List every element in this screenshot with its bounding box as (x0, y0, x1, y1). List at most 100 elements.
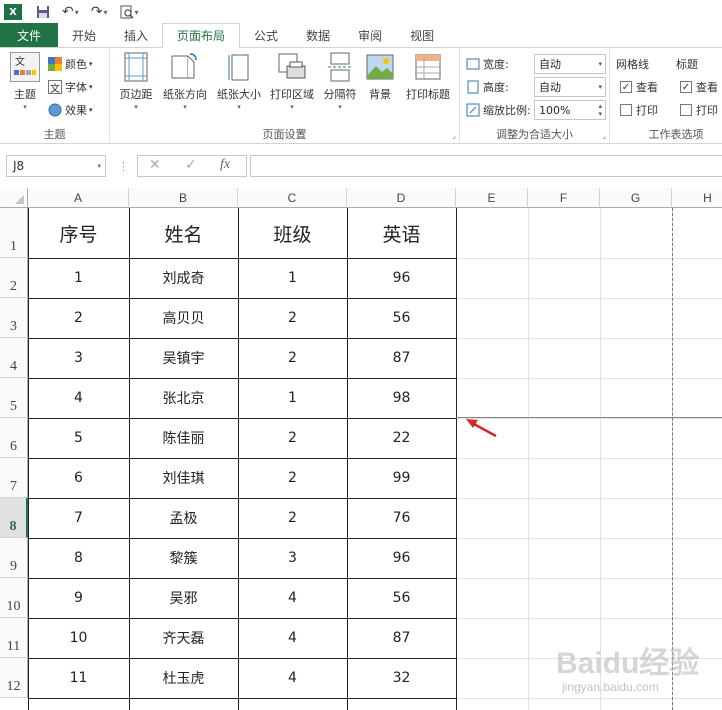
column-header-a[interactable]: A (28, 188, 129, 208)
tab-page-layout[interactable]: 页面布局 (162, 23, 241, 48)
tab-home[interactable]: 开始 (58, 23, 110, 47)
headings-print-checkbox[interactable]: 打印 (680, 100, 718, 120)
column-header-f[interactable]: F (528, 188, 600, 208)
row-header-12[interactable]: 12 (0, 658, 28, 698)
table-cell[interactable]: 98 (347, 378, 456, 418)
print-area-button[interactable]: 打印区域 ▾ (266, 52, 318, 114)
table-cell[interactable]: 3 (238, 538, 347, 578)
row-header-11[interactable]: 11 (0, 618, 28, 658)
row-header-6[interactable]: 6 (0, 418, 28, 458)
column-header-b[interactable]: B (129, 188, 238, 208)
table-cell[interactable]: 张北京 (129, 378, 238, 418)
column-header-c[interactable]: C (238, 188, 347, 208)
scale-spinner[interactable]: 100% ▴ ▾ (534, 100, 606, 120)
row-header-2[interactable]: 2 (0, 258, 28, 298)
row-header-1[interactable]: 1 (0, 208, 28, 258)
redo-button[interactable]: ↷ ▾ (91, 2, 108, 22)
table-cell[interactable]: 1 (238, 378, 347, 418)
breaks-button[interactable]: 分隔符 ▾ (320, 52, 360, 114)
table-cell[interactable]: 56 (347, 298, 456, 338)
table-cell[interactable]: 87 (347, 338, 456, 378)
tab-formulas[interactable]: 公式 (240, 23, 292, 47)
print-preview-button[interactable]: ▾ (120, 2, 139, 22)
table-header-cell[interactable]: 英语 (347, 208, 456, 258)
headings-view-checkbox[interactable]: ✓ 查看 (680, 77, 718, 97)
row-header-5[interactable]: 5 (0, 378, 28, 418)
gridlines-view-checkbox[interactable]: ✓ 查看 (620, 77, 658, 97)
column-header-g[interactable]: G (600, 188, 672, 208)
table-header-cell[interactable]: 序号 (28, 208, 129, 258)
insert-function-icon[interactable]: fx (220, 157, 230, 173)
table-cell[interactable]: 4 (238, 658, 347, 698)
formula-bar-grip-icon[interactable]: ⋮ (118, 160, 129, 173)
save-button[interactable] (36, 2, 50, 22)
table-cell[interactable]: 32 (347, 658, 456, 698)
scale-launcher-icon[interactable]: ⌟ (602, 131, 606, 140)
table-header-cell[interactable]: 姓名 (129, 208, 238, 258)
customize-qat-icon[interactable]: ▾ (135, 8, 139, 17)
table-cell[interactable]: 4 (238, 578, 347, 618)
table-cell[interactable]: 吴镇宇 (129, 338, 238, 378)
colors-button[interactable]: 颜色 ▾ (48, 54, 93, 74)
effects-button[interactable]: 效果 ▾ (48, 100, 93, 120)
name-box[interactable]: J8 ▾ (6, 155, 106, 177)
row-header-9[interactable]: 9 (0, 538, 28, 578)
worksheet-grid[interactable]: ABCDEFGH 1 2 3 4 5 6 7 8 9 10 11 12 序号 姓名 班级 英语 1 刘成奇 1 96… (0, 184, 722, 710)
column-header-d[interactable]: D (347, 188, 456, 208)
table-cell[interactable]: 吴邪 (129, 578, 238, 618)
margins-button[interactable]: 页边距 ▾ (116, 52, 156, 114)
table-cell[interactable]: 1 (238, 258, 347, 298)
themes-button[interactable]: 文 主题 ▾ (6, 52, 44, 114)
table-cell[interactable]: 2 (238, 418, 347, 458)
tab-file[interactable]: 文件 (0, 23, 58, 47)
row-header-3[interactable]: 3 (0, 298, 28, 338)
tab-view[interactable]: 视图 (396, 23, 448, 47)
size-button[interactable]: 纸张大小 ▾ (214, 52, 264, 114)
row-header-4[interactable]: 4 (0, 338, 28, 378)
table-cell[interactable]: 96 (347, 538, 456, 578)
column-header-h[interactable]: H (672, 188, 722, 208)
table-cell[interactable]: 2 (238, 498, 347, 538)
table-cell[interactable]: 6 (28, 458, 129, 498)
table-cell[interactable]: 刘佳琪 (129, 458, 238, 498)
table-cell[interactable]: 11 (28, 658, 129, 698)
table-cell[interactable]: 刘成奇 (129, 258, 238, 298)
undo-dropdown-icon[interactable]: ▾ (75, 8, 79, 17)
table-cell[interactable]: 56 (347, 578, 456, 618)
table-cell[interactable]: 96 (347, 258, 456, 298)
scale-spinner-icon[interactable]: ▴ ▾ (598, 102, 602, 118)
select-all-button[interactable] (0, 188, 28, 208)
background-button[interactable]: 背景 (362, 52, 398, 114)
name-box-dropdown-icon[interactable]: ▾ (97, 162, 101, 170)
excel-app-icon[interactable]: X (4, 4, 22, 20)
cancel-icon[interactable]: ✕ (149, 157, 161, 173)
table-cell[interactable]: 2 (238, 458, 347, 498)
table-cell[interactable]: 8 (28, 538, 129, 578)
formula-input[interactable] (250, 155, 722, 177)
row-header-7[interactable]: 7 (0, 458, 28, 498)
table-cell[interactable]: 76 (347, 498, 456, 538)
column-header-e[interactable]: E (456, 188, 528, 208)
table-cell[interactable]: 4 (238, 618, 347, 658)
table-cell[interactable]: 99 (347, 458, 456, 498)
table-cell[interactable]: 9 (28, 578, 129, 618)
table-header-cell[interactable]: 班级 (238, 208, 347, 258)
fonts-button[interactable]: 文 字体 ▾ (48, 77, 93, 97)
width-dropdown[interactable]: 自动 ▾ (534, 54, 606, 74)
enter-icon[interactable]: ✓ (185, 157, 197, 173)
table-cell[interactable]: 齐天磊 (129, 618, 238, 658)
row-header-10[interactable]: 10 (0, 578, 28, 618)
table-cell[interactable]: 2 (28, 298, 129, 338)
tab-review[interactable]: 审阅 (344, 23, 396, 47)
table-cell[interactable]: 1 (28, 258, 129, 298)
table-cell[interactable]: 3 (28, 338, 129, 378)
undo-button[interactable]: ↶ ▾ (62, 2, 79, 22)
tab-data[interactable]: 数据 (292, 23, 344, 47)
print-titles-button[interactable]: 打印标题 (402, 52, 454, 114)
table-cell[interactable]: 2 (238, 298, 347, 338)
table-cell[interactable]: 黎簇 (129, 538, 238, 578)
table-cell[interactable]: 陈佳丽 (129, 418, 238, 458)
table-cell[interactable]: 2 (238, 338, 347, 378)
table-cell[interactable]: 87 (347, 618, 456, 658)
table-cell[interactable]: 22 (347, 418, 456, 458)
